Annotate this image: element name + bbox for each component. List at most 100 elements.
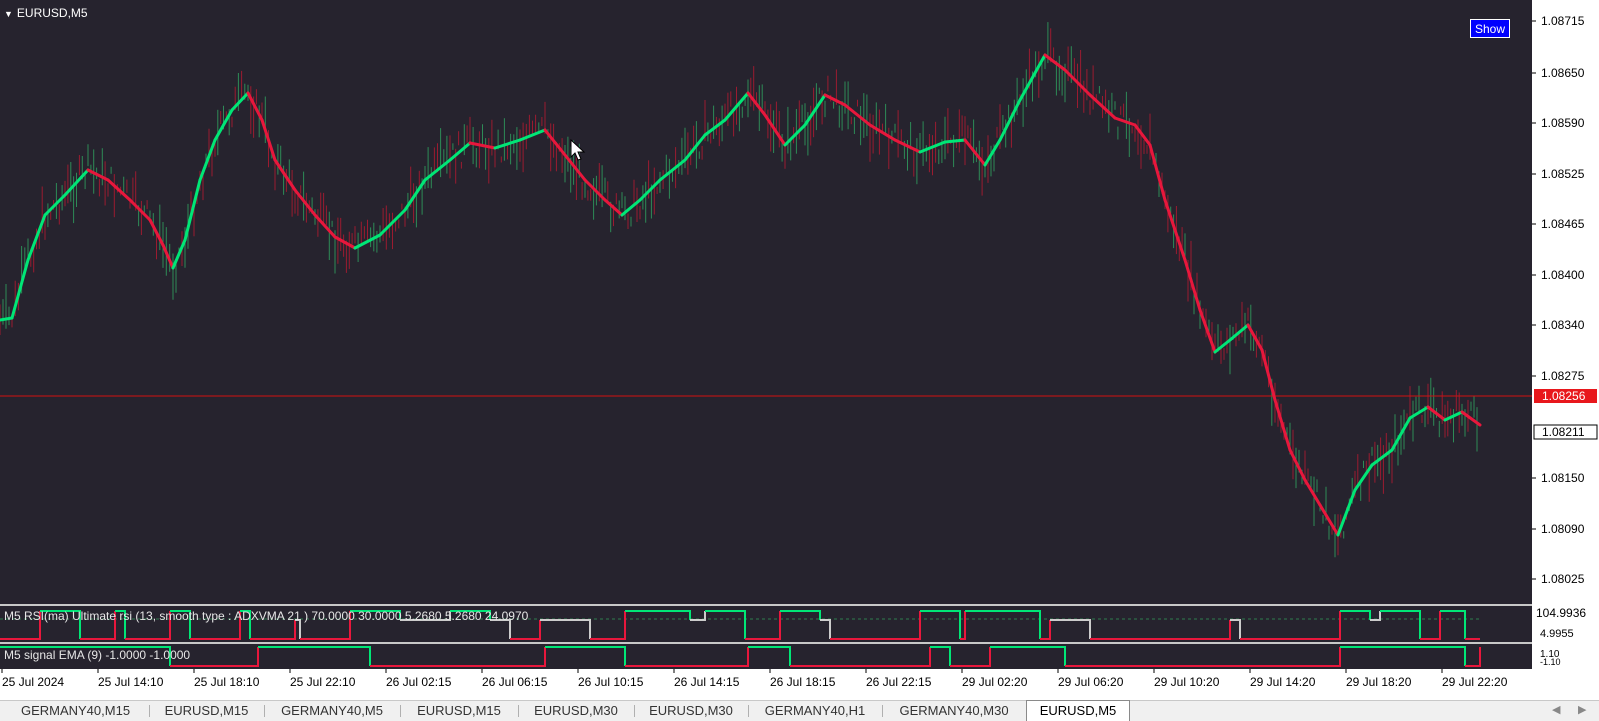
ema-signal-line	[0, 646, 1481, 667]
chart-tab[interactable]: GERMANY40,M15	[2, 701, 149, 721]
moving-average-line	[0, 53, 1482, 537]
ema-indicator-title: M5 signal EMA (9) -1.0000 -1.0000	[4, 648, 191, 662]
chevron-down-icon[interactable]: ▼	[4, 9, 13, 19]
ema-scale-label-low: -1.10	[1540, 657, 1561, 667]
ma-segment	[10, 258, 30, 320]
ma-segment	[161, 243, 175, 270]
rsi-segment	[1440, 610, 1466, 639]
price-scale[interactable]: 1.08715 1.08650 1.08590 1.08525 1.08465 1.084…	[1532, 0, 1599, 700]
price-tick-label: 1.08400	[1541, 268, 1585, 282]
chart-tab[interactable]: EURUSD,M15	[400, 701, 518, 721]
price-tick-label: 1.08650	[1541, 66, 1585, 80]
time-tick-label: 29 Jul 14:20	[1250, 675, 1316, 689]
ma-segment	[1303, 478, 1322, 507]
rsi-segment	[590, 611, 626, 640]
chart-tab[interactable]: GERMANY40,M5	[264, 701, 400, 721]
price-tick-label: 1.08715	[1541, 14, 1585, 28]
scroll-left-icon[interactable]: ◀	[1552, 703, 1560, 716]
ema-segment	[790, 647, 931, 667]
time-tick-label: 25 Jul 18:10	[194, 675, 260, 689]
chart-tab[interactable]: EURUSD,M15	[149, 701, 264, 721]
ema-segment	[1340, 646, 1466, 666]
ma-segment	[983, 138, 1002, 167]
rsi-segment	[540, 619, 591, 639]
rsi-segment	[1380, 610, 1421, 639]
ma-segment	[1148, 143, 1167, 202]
ma-segment	[183, 178, 202, 242]
ma-segment	[1288, 448, 1307, 482]
ma-segment	[0, 316, 14, 322]
chart-symbol-title[interactable]: ▼ EURUSD,M5	[4, 6, 88, 20]
ma-segment	[246, 91, 264, 122]
chart-tabs-bar: GERMANY40,M15 EURUSD,M15 GERMANY40,M5 EURUS…	[0, 700, 1599, 721]
rsi-scale-label: 104.9936	[1536, 606, 1586, 620]
ema-segment	[370, 647, 546, 667]
ma-segment	[230, 91, 250, 112]
price-tick-label: 1.08465	[1541, 217, 1585, 231]
chart-tab[interactable]: GERMANY40,M30	[882, 701, 1026, 721]
chart-tab[interactable]: GERMANY40,H1	[748, 701, 882, 721]
time-tick-label: 25 Jul 14:10	[98, 675, 164, 689]
time-tick-label: 29 Jul 18:20	[1346, 675, 1412, 689]
rsi-segment	[1420, 611, 1441, 640]
ma-segment	[198, 138, 217, 182]
rsi-segment	[900, 611, 921, 640]
ma-segment	[1213, 338, 1232, 354]
time-tick-label: 25 Jul 22:10	[290, 675, 356, 689]
price-tick-label: 1.08340	[1541, 318, 1585, 332]
ma-segment	[1183, 258, 1202, 312]
ma-segment	[823, 93, 847, 107]
time-tick-label: 29 Jul 10:20	[1154, 675, 1220, 689]
time-tick-label: 26 Jul 22:15	[866, 675, 932, 689]
ema-segment	[990, 646, 1066, 666]
time-tick-label: 29 Jul 06:20	[1058, 675, 1124, 689]
ema-segment	[748, 646, 791, 666]
scroll-right-icon[interactable]: ▶	[1578, 703, 1586, 716]
ma-segment	[1113, 116, 1137, 127]
rsi-segment	[705, 610, 746, 639]
ma-segment	[171, 238, 187, 270]
ma-segment	[1336, 488, 1357, 537]
time-tick-label: 26 Jul 18:15	[770, 675, 836, 689]
ema-segment	[1465, 647, 1481, 667]
time-tick-label: 25 Jul 2024	[2, 675, 64, 689]
mouse-cursor-icon	[570, 138, 586, 161]
price-tick-label: 1.08025	[1541, 572, 1585, 586]
ema-segment	[258, 646, 371, 666]
ema-segment	[950, 647, 991, 667]
time-tick-label: 29 Jul 22:20	[1442, 675, 1508, 689]
show-button[interactable]: Show	[1470, 19, 1510, 38]
chart-tab[interactable]: EURUSD,M30	[634, 701, 748, 721]
ma-segment	[26, 213, 47, 262]
rsi-segment	[745, 611, 781, 640]
ma-segment	[843, 103, 872, 127]
ma-segment	[943, 138, 967, 144]
rsi-indicator-title: M5 RSI(ma) Ultimate rsi (13, smooth type…	[4, 609, 529, 623]
rsi-segment	[820, 619, 831, 639]
bid-price-label: 1.08211	[1542, 425, 1585, 439]
price-tick-label: 1.08150	[1541, 471, 1585, 485]
ma-segment	[1246, 323, 1264, 352]
rsi-segment	[1240, 611, 1341, 640]
chart-plot-area[interactable]: ▼ EURUSD,M5 Show M5 RSI(ma) Ultimate rsi …	[0, 0, 1532, 700]
price-tick-label: 1.08590	[1541, 116, 1585, 130]
rsi-scale-label-low: 4.9955	[1540, 628, 1574, 640]
price-tick-label: 1.08275	[1541, 369, 1585, 383]
time-tick-label: 29 Jul 02:20	[962, 675, 1028, 689]
rsi-segment	[965, 610, 1041, 639]
price-chart[interactable]	[0, 0, 1532, 669]
time-axis[interactable]: 25 Jul 2024 25 Jul 14:10 25 Jul 18:10 25 Ju…	[0, 669, 1532, 700]
ema-segment	[1065, 647, 1341, 667]
time-tick-label: 26 Jul 14:15	[674, 675, 740, 689]
time-tick-label: 26 Jul 02:15	[386, 675, 452, 689]
chart-tab[interactable]: EURUSD,M30	[518, 701, 634, 721]
ma-segment	[1273, 398, 1292, 452]
time-tick-label: 26 Jul 10:15	[578, 675, 644, 689]
rsi-segment	[1040, 620, 1051, 640]
rsi-segment	[1050, 619, 1091, 639]
chart-tab[interactable]: EURUSD,M5	[1026, 700, 1130, 721]
current-price-label: 1.08256	[1542, 389, 1586, 403]
rsi-segment	[920, 610, 961, 639]
ema-segment	[545, 646, 626, 666]
price-tick-label: 1.08525	[1541, 167, 1585, 181]
